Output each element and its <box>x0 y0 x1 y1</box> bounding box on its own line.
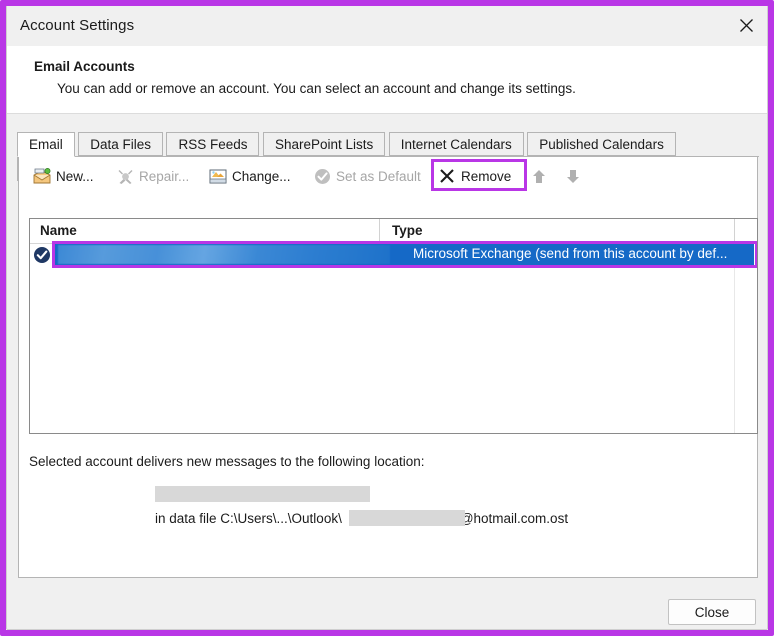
page-subtitle: You can add or remove an account. You ca… <box>57 81 576 96</box>
delivery-location-label: Selected account delivers new messages t… <box>29 454 425 469</box>
selected-row-highlight <box>52 241 757 268</box>
column-divider-end[interactable] <box>734 219 735 243</box>
column-header-type[interactable]: Type <box>392 223 423 238</box>
accounts-toolbar: New... Repair... Change... Set as Defaul… <box>18 157 758 193</box>
default-account-check-icon <box>33 246 51 264</box>
account-settings-screenshot: Account Settings Email Accounts You can … <box>0 0 774 636</box>
title-bar: Account Settings <box>7 6 767 47</box>
repair-label: Repair... <box>139 168 190 184</box>
repair-button[interactable]: Repair... <box>116 163 189 189</box>
data-file-redaction <box>349 510 465 526</box>
set-as-default-label: Set as Default <box>336 168 421 184</box>
move-up-button[interactable] <box>530 163 548 189</box>
tab-data-files[interactable]: Data Files <box>78 132 163 156</box>
remove-button-highlight <box>431 159 527 191</box>
account-settings-dialog: Account Settings Email Accounts You can … <box>6 6 768 630</box>
column-divider-body <box>379 243 380 433</box>
tab-rss-feeds[interactable]: RSS Feeds <box>166 132 260 156</box>
tab-strip: Email Data Files RSS Feeds SharePoint Li… <box>17 132 759 181</box>
change-settings-icon <box>209 167 227 185</box>
move-down-button[interactable] <box>564 163 582 189</box>
new-account-label: New... <box>56 168 94 184</box>
column-header-name[interactable]: Name <box>40 223 77 238</box>
tab-internet-calendars[interactable]: Internet Calendars <box>388 132 524 156</box>
accounts-list[interactable]: Name Type Microsoft Exchange (send from … <box>29 218 758 434</box>
column-divider[interactable] <box>379 219 380 243</box>
close-x-icon <box>739 18 753 32</box>
arrow-down-icon <box>564 167 582 185</box>
data-file-prefix: in data file C:\Users\...\Outlook\ <box>155 511 342 526</box>
page-title: Email Accounts <box>34 59 135 74</box>
tab-published-calendars[interactable]: Published Calendars <box>527 132 676 156</box>
check-circle-icon <box>313 167 331 185</box>
table-row[interactable]: Microsoft Exchange (send from this accou… <box>30 241 757 268</box>
tab-sharepoint-lists[interactable]: SharePoint Lists <box>262 132 386 156</box>
change-account-button[interactable]: Change... <box>209 163 291 189</box>
new-account-button[interactable]: New... <box>33 163 94 189</box>
header-band: Email Accounts You can add or remove an … <box>7 46 767 114</box>
repair-tools-icon <box>116 167 134 185</box>
change-account-label: Change... <box>232 168 291 184</box>
window-title: Account Settings <box>20 17 135 34</box>
arrow-up-icon <box>530 167 548 185</box>
new-mail-icon <box>33 167 51 185</box>
close-button[interactable]: Close <box>668 599 756 625</box>
set-as-default-button[interactable]: Set as Default <box>313 163 421 189</box>
dialog-footer: Close <box>7 578 767 629</box>
close-window-button[interactable] <box>723 6 767 44</box>
data-file-suffix: @hotmail.com.ost <box>459 511 569 526</box>
tab-email[interactable]: Email <box>17 132 75 157</box>
delivery-location-redaction <box>155 486 370 502</box>
column-divider-end-body <box>734 243 735 433</box>
